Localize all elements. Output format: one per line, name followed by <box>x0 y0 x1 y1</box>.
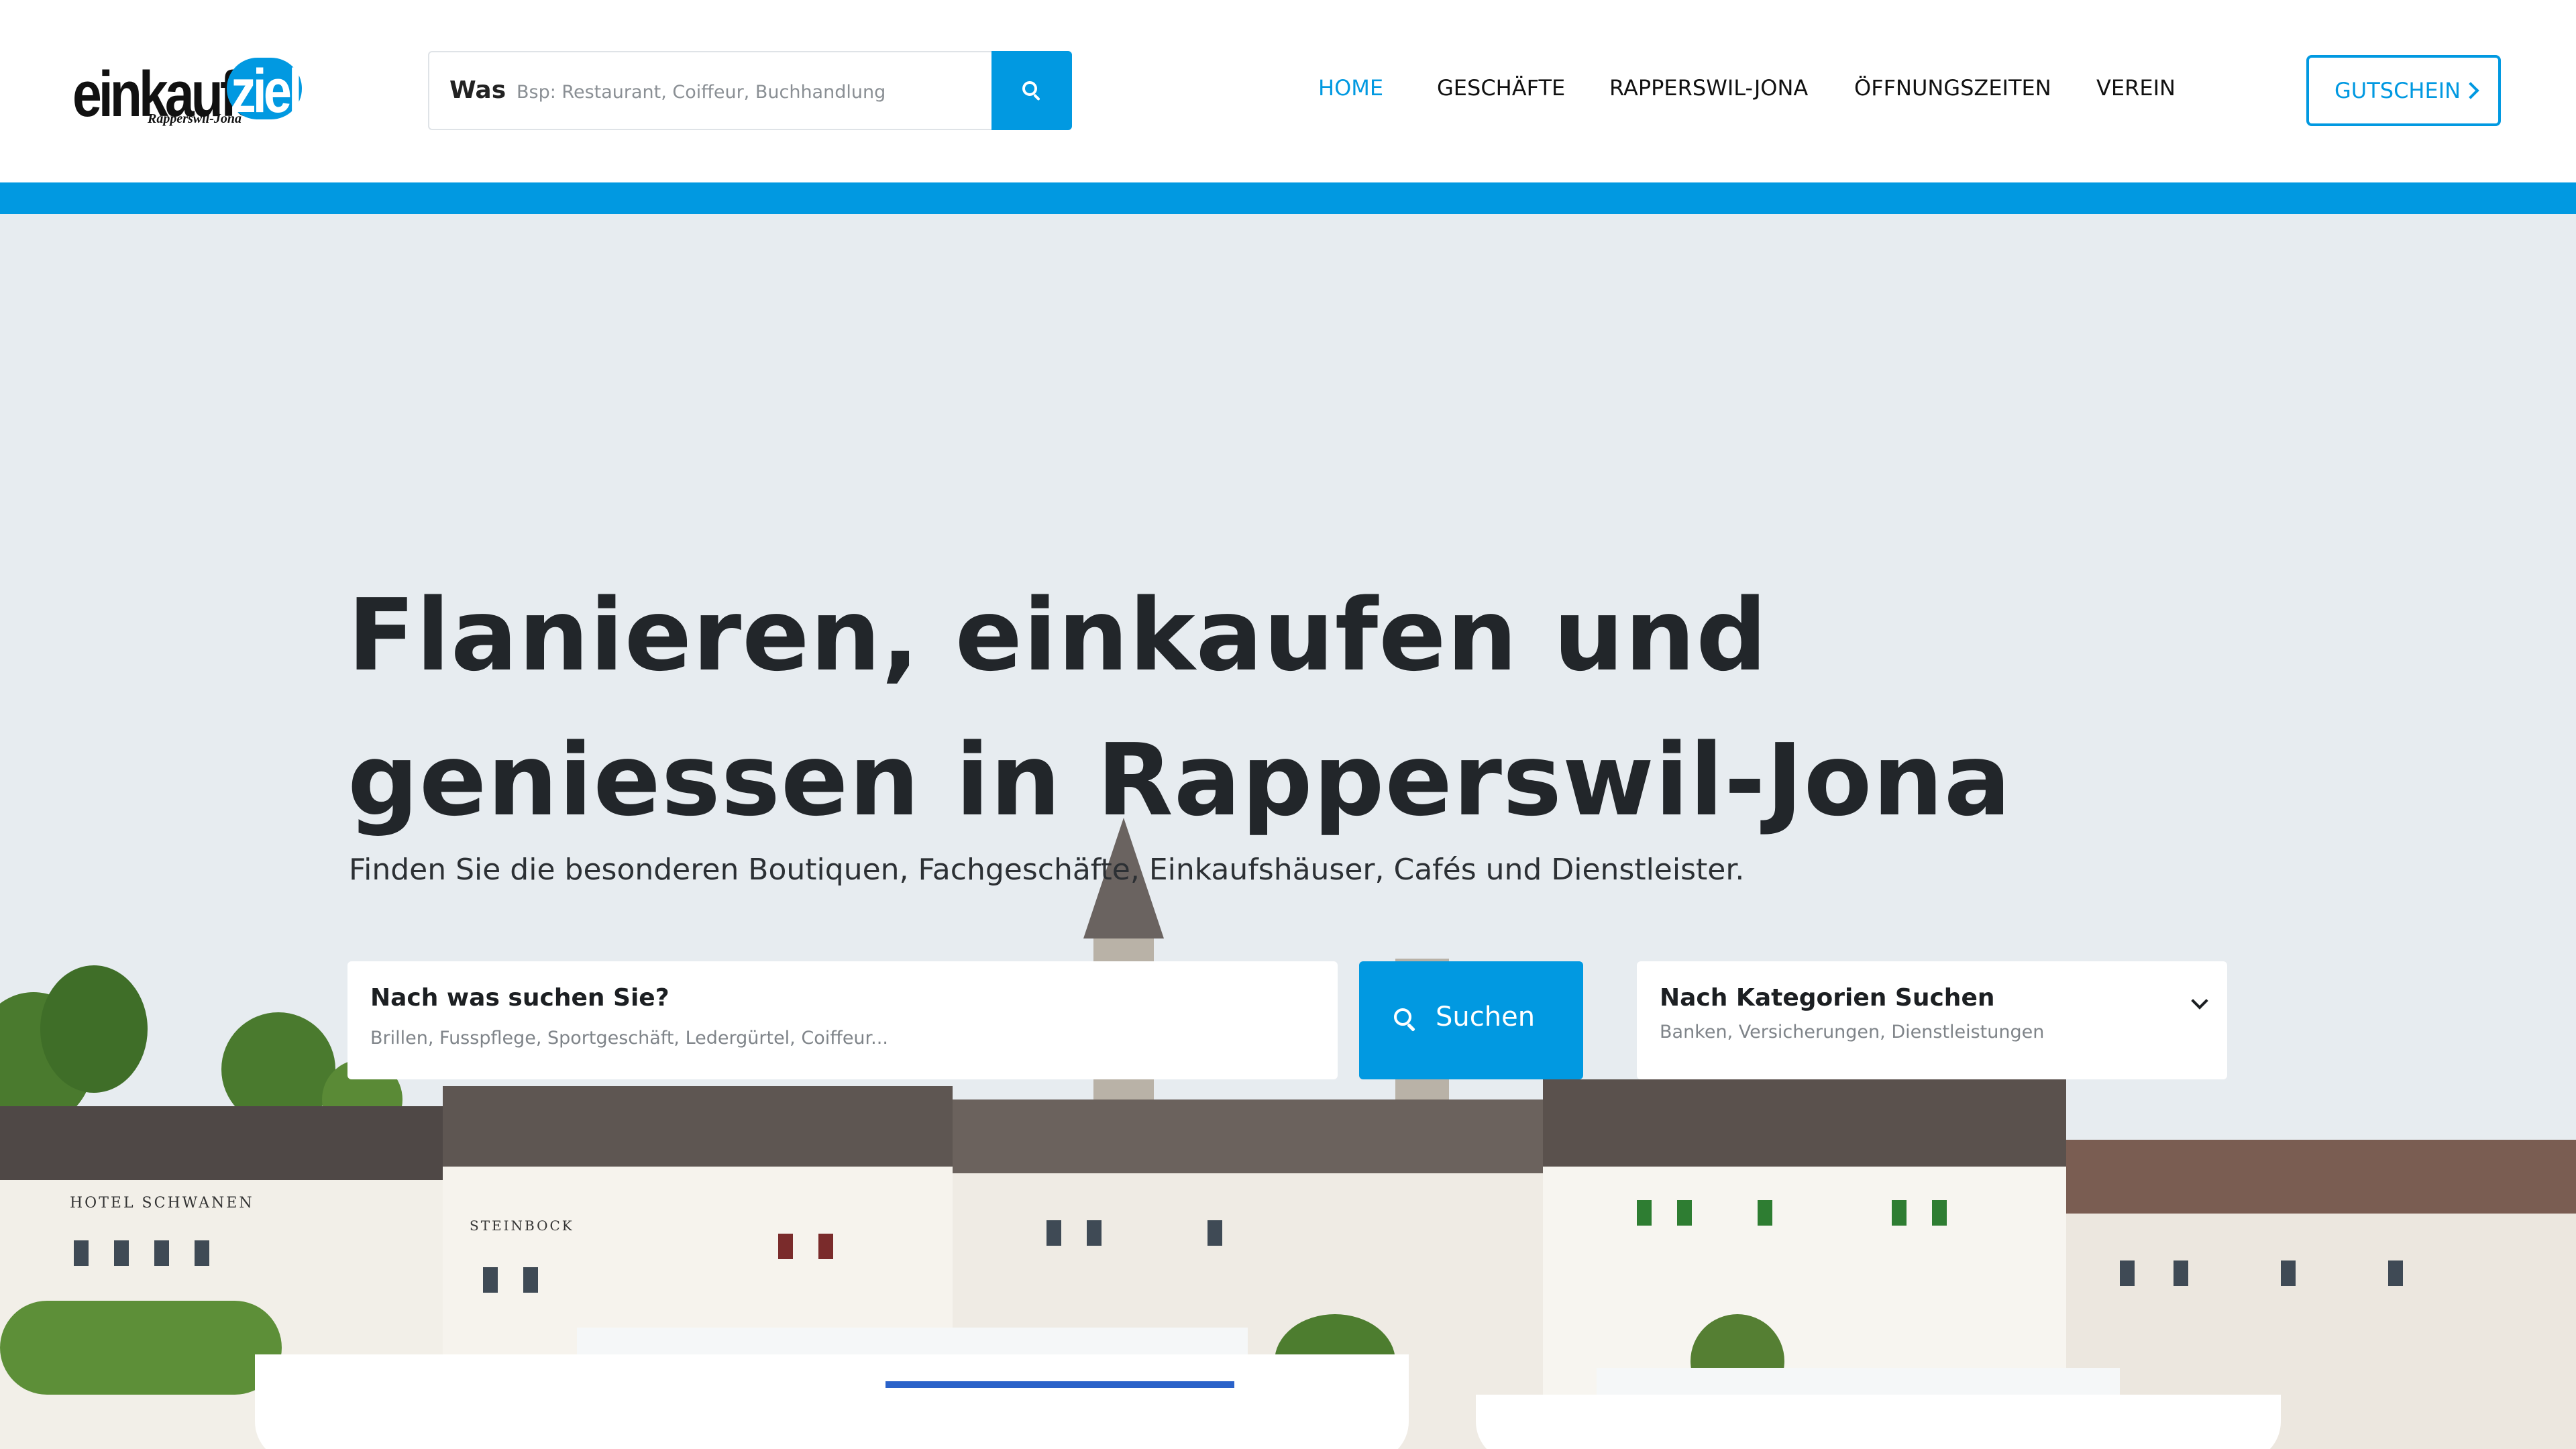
roof <box>2066 1140 2576 1214</box>
window <box>154 1240 169 1266</box>
window <box>2120 1260 2135 1286</box>
roof <box>1543 1079 2066 1167</box>
site-logo[interactable]: einkaufs ziel Rapperswil-Jona <box>72 54 303 130</box>
window <box>114 1240 129 1266</box>
chevron-down-icon <box>2191 992 2208 1010</box>
logo-subtitle: Rapperswil-Jona <box>148 111 242 126</box>
category-dropdown-subtitle: Banken, Versicherungen, Dienstleistungen <box>1660 1022 2045 1042</box>
nav-item-oeffnungszeiten[interactable]: ÖFFNUNGSZEITEN <box>1854 75 2051 101</box>
hero-title: Flanieren, einkaufen und geniessen in Ra… <box>347 563 2012 853</box>
roof <box>953 1099 1543 1173</box>
header-search-box: Was <box>428 51 1072 130</box>
window <box>818 1234 833 1259</box>
header-accent-strip <box>0 182 2576 214</box>
window <box>1637 1200 1652 1226</box>
boat <box>1476 1395 2281 1449</box>
hotel-schwanen-sign: HOTEL SCHWANEN <box>70 1195 254 1212</box>
hero-title-line-1: Flanieren, einkaufen und <box>347 578 1768 693</box>
hero-title-line-2: geniessen in Rapperswil-Jona <box>347 722 2012 838</box>
window <box>74 1240 89 1266</box>
header-search-label: Was <box>449 76 506 104</box>
tree <box>40 965 148 1093</box>
roof <box>443 1086 953 1167</box>
window <box>2388 1260 2403 1286</box>
site-header: einkaufs ziel Rapperswil-Jona Was HOME G… <box>0 0 2576 182</box>
window <box>1208 1220 1222 1246</box>
gutschein-button[interactable]: GUTSCHEIN <box>2306 55 2501 126</box>
nav-item-verein[interactable]: VEREIN <box>2096 75 2176 101</box>
steinbock-sign: STEINBOCK <box>470 1218 574 1234</box>
nav-item-home[interactable]: HOME <box>1318 75 1383 101</box>
boat-stripe <box>885 1381 1234 1388</box>
search-icon <box>1022 81 1041 101</box>
tree <box>0 1301 282 1395</box>
roof <box>0 1106 443 1180</box>
nav-item-geschaefte[interactable]: GESCHÄFTE <box>1437 75 1565 101</box>
window <box>1677 1200 1692 1226</box>
hero-section: HOTEL SCHWANEN STEINBOCK Flanieren, eink… <box>0 214 2576 1449</box>
boat <box>255 1354 1409 1449</box>
keyword-search-input[interactable] <box>370 1023 1296 1053</box>
category-dropdown-title: Nach Kategorien Suchen <box>1660 984 1995 1012</box>
window <box>195 1240 209 1266</box>
keyword-search-panel: Nach was suchen Sie? <box>347 961 1338 1079</box>
window <box>523 1267 538 1293</box>
window <box>1046 1220 1061 1246</box>
keyword-search-title: Nach was suchen Sie? <box>370 984 669 1012</box>
search-icon <box>1394 1008 1417 1032</box>
window <box>1932 1200 1947 1226</box>
search-submit-button[interactable]: Suchen <box>1359 961 1583 1079</box>
window <box>1892 1200 1907 1226</box>
search-submit-label: Suchen <box>1436 1002 1536 1032</box>
window <box>483 1267 498 1293</box>
window <box>2281 1260 2296 1286</box>
header-search-input[interactable] <box>515 72 974 111</box>
gutschein-label: GUTSCHEIN <box>2334 78 2461 103</box>
window <box>1087 1220 1102 1246</box>
window <box>778 1234 793 1259</box>
window <box>1758 1200 1772 1226</box>
hero-subtitle: Finden Sie die besonderen Boutiquen, Fac… <box>349 853 1745 887</box>
nav-item-rapperswil-jona[interactable]: RAPPERSWIL-JONA <box>1609 75 1808 101</box>
chevron-right-icon <box>2462 82 2479 99</box>
window <box>2174 1260 2188 1286</box>
category-dropdown[interactable]: Nach Kategorien Suchen Banken, Versicher… <box>1637 961 2227 1079</box>
header-search-button[interactable] <box>991 51 1072 130</box>
